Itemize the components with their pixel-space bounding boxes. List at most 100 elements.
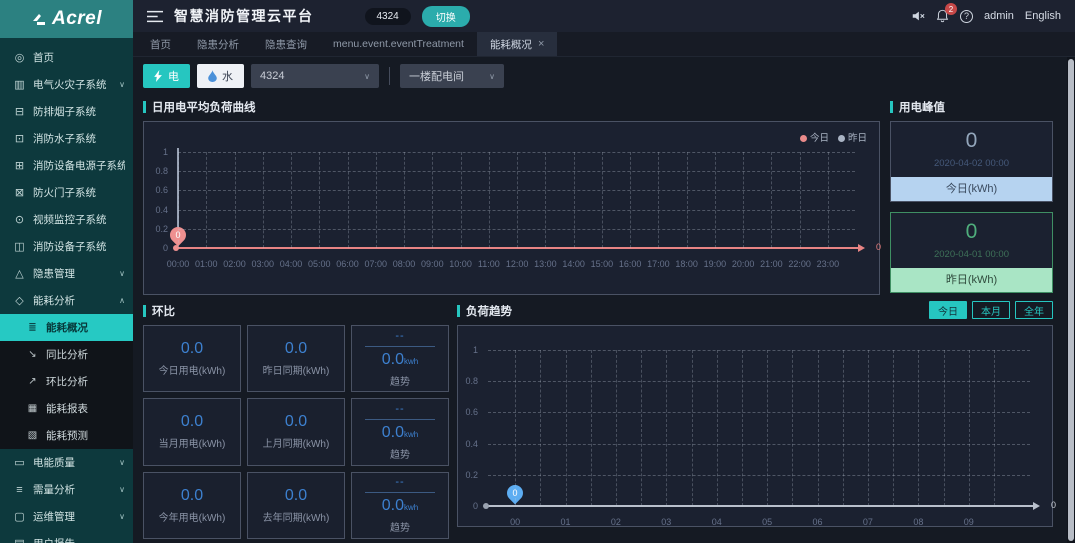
sidebar-item-video-monitor[interactable]: ⊙视频监控子系统 bbox=[0, 206, 133, 233]
menu-collapse-icon[interactable] bbox=[147, 10, 163, 23]
load-curve-panel: 日用电平均负荷曲线 今日 昨日 10.80.60.40.20 0 0 00:00 bbox=[143, 99, 880, 295]
equipment-power-icon: ⊞ bbox=[13, 159, 26, 172]
vertical-scrollbar[interactable] bbox=[1067, 57, 1075, 543]
range-month-button[interactable]: 本月 bbox=[972, 301, 1010, 319]
electric-filter-button[interactable]: 电 bbox=[143, 64, 190, 88]
tab-energy-overview[interactable]: 能耗概况 × bbox=[477, 32, 557, 56]
room-select[interactable]: 一楼配电间 ∨ bbox=[400, 64, 504, 88]
axis-tick: 22:00 bbox=[788, 259, 811, 269]
axis-tick: 02:00 bbox=[223, 259, 246, 269]
accent-bar bbox=[457, 305, 460, 317]
demand-icon: ≡ bbox=[13, 484, 26, 496]
load-trend-panel: 负荷趋势 今日 本月 全年 10.80.60.40.20 0 0 0001020… bbox=[457, 303, 1053, 541]
water-filter-button[interactable]: 水 bbox=[197, 64, 244, 88]
load-trend-chart: 10.80.60.40.20 0 0 00010203040506070809 bbox=[457, 325, 1053, 527]
axis-tick: 02 bbox=[611, 517, 621, 527]
axis-tick: 18:00 bbox=[675, 259, 698, 269]
bell-icon[interactable]: 2 bbox=[936, 9, 949, 23]
trend-card: --0.0kwh趋势 bbox=[351, 472, 449, 539]
axis-tick: 1 bbox=[163, 147, 168, 157]
device-select[interactable]: 4324 ∨ bbox=[251, 64, 379, 88]
tab-hazard-analysis[interactable]: 隐患分析 bbox=[184, 32, 252, 56]
axis-tick: 09 bbox=[964, 517, 974, 527]
axis-tick: 1 bbox=[473, 345, 478, 355]
switch-button[interactable]: 切换 bbox=[422, 6, 470, 27]
tab-hazard-query[interactable]: 隐患查询 bbox=[252, 32, 320, 56]
sidebar-item-operation-management[interactable]: ▢运维管理∨ bbox=[0, 503, 133, 530]
trend-divider bbox=[365, 346, 434, 347]
tab-home[interactable]: 首页 bbox=[137, 32, 184, 56]
axis-tick: 00 bbox=[510, 517, 520, 527]
trend-down-icon: ↘ bbox=[26, 349, 39, 360]
scrollbar-thumb[interactable] bbox=[1068, 59, 1074, 541]
sidebar-item-demand-analysis[interactable]: ≡需量分析∨ bbox=[0, 476, 133, 503]
energy-analysis-icon: ◇ bbox=[13, 294, 26, 307]
sidebar-item-energy-report[interactable]: ▦能耗报表 bbox=[0, 395, 133, 422]
axis-tick: 0.8 bbox=[465, 376, 478, 386]
sidebar-item-fire-door[interactable]: ⊠防火门子系统 bbox=[0, 179, 133, 206]
range-year-button[interactable]: 全年 bbox=[1015, 301, 1053, 319]
chart-legend[interactable]: 今日 昨日 bbox=[800, 130, 867, 144]
axis-tick: 06:00 bbox=[336, 259, 359, 269]
chevron-up-icon: ∧ bbox=[119, 296, 125, 305]
axis-tick: 0 bbox=[473, 501, 478, 511]
axis-tick: 17:00 bbox=[647, 259, 670, 269]
axis-tick: 0.2 bbox=[465, 470, 478, 480]
electrical-fire-icon: ▥ bbox=[13, 78, 26, 91]
axis-tick: 0.6 bbox=[465, 407, 478, 417]
sidebar-item-smoke-control[interactable]: ⊟防排烟子系统 bbox=[0, 98, 133, 125]
tab-bar: 首页 隐患分析 隐患查询 menu.event.eventTreatment 能… bbox=[133, 32, 1075, 57]
sidebar-item-user-report[interactable]: ▤用户报告 bbox=[0, 530, 133, 543]
sidebar-item-yoy-analysis[interactable]: ↘同比分析 bbox=[0, 341, 133, 368]
peak-title: 用电峰值 bbox=[890, 99, 1053, 115]
sidebar-item-hazard-management[interactable]: △隐患管理∨ bbox=[0, 260, 133, 287]
sidebar-item-fire-water[interactable]: ⊡消防水子系统 bbox=[0, 125, 133, 152]
bar-chart-icon: ▦ bbox=[26, 403, 39, 414]
app-window: Acrel ◎首页 ▥电气火灾子系统∨ ⊟防排烟子系统 ⊡消防水子系统 ⊞消防设… bbox=[0, 0, 1075, 543]
peak-date-yesterday: 2020-04-01 00:00 bbox=[891, 244, 1052, 268]
x-axis-ticks: 00010203040506070809 bbox=[488, 512, 1030, 526]
trend-card: --0.0kwh趋势 bbox=[351, 325, 449, 392]
energy-analysis-submenu: ≣能耗概况 ↘同比分析 ↗环比分析 ▦能耗报表 ▧能耗预测 bbox=[0, 314, 133, 449]
stat-card: 0.0昨日同期(kWh) bbox=[247, 325, 345, 392]
trend-up-icon: ↗ bbox=[26, 376, 39, 387]
range-today-button[interactable]: 今日 bbox=[929, 301, 967, 319]
accent-bar bbox=[890, 101, 893, 113]
sidebar-item-mom-analysis[interactable]: ↗环比分析 bbox=[0, 368, 133, 395]
sidebar-item-home[interactable]: ◎首页 bbox=[0, 44, 133, 71]
axis-tick: 0.2 bbox=[155, 224, 168, 234]
sidebar-item-energy-forecast[interactable]: ▧能耗预测 bbox=[0, 422, 133, 449]
axis-tick: 0.4 bbox=[155, 205, 168, 215]
sidebar-item-energy-analysis[interactable]: ◇能耗分析∧ bbox=[0, 287, 133, 314]
axis-tick: 03 bbox=[661, 517, 671, 527]
fire-equipment-icon: ◫ bbox=[13, 240, 26, 253]
axis-tick: 0 bbox=[163, 243, 168, 253]
axis-tick: 08:00 bbox=[393, 259, 416, 269]
legend-today-dot bbox=[800, 135, 807, 142]
plot-area: 0 0 bbox=[488, 350, 1030, 506]
axis-tick: 01:00 bbox=[195, 259, 218, 269]
axis-arrow-icon bbox=[1033, 502, 1044, 510]
plot-area: 0 0 bbox=[178, 152, 855, 248]
axis-tick: 09:00 bbox=[421, 259, 444, 269]
accent-bar bbox=[143, 305, 146, 317]
axis-tick: 11:00 bbox=[478, 259, 500, 269]
stat-card: 0.0今日用电(kWh) bbox=[143, 325, 241, 392]
sidebar-item-energy-overview[interactable]: ≣能耗概况 bbox=[0, 314, 133, 341]
help-icon[interactable]: ? bbox=[960, 10, 973, 23]
operation-icon: ▢ bbox=[13, 510, 26, 523]
sidebar-item-power-quality[interactable]: ▭电能质量∨ bbox=[0, 449, 133, 476]
sidebar-item-electrical-fire[interactable]: ▥电气火灾子系统∨ bbox=[0, 71, 133, 98]
mute-icon[interactable] bbox=[911, 9, 925, 23]
sidebar-menu: ◎首页 ▥电气火灾子系统∨ ⊟防排烟子系统 ⊡消防水子系统 ⊞消防设备电源子系统… bbox=[0, 38, 133, 543]
language-switch[interactable]: English bbox=[1025, 10, 1061, 22]
axis-tick: 07 bbox=[863, 517, 873, 527]
user-menu[interactable]: admin bbox=[984, 10, 1014, 22]
tab-event-treatment[interactable]: menu.event.eventTreatment bbox=[320, 32, 477, 56]
trend-divider bbox=[365, 492, 434, 493]
close-icon[interactable]: × bbox=[538, 38, 544, 50]
sidebar-item-fire-equipment-power[interactable]: ⊞消防设备电源子系统 bbox=[0, 152, 133, 179]
peak-label-today: 今日(kWh) bbox=[891, 177, 1052, 201]
load-curve-title: 日用电平均负荷曲线 bbox=[143, 99, 880, 115]
sidebar-item-fire-equipment[interactable]: ◫消防设备子系统 bbox=[0, 233, 133, 260]
